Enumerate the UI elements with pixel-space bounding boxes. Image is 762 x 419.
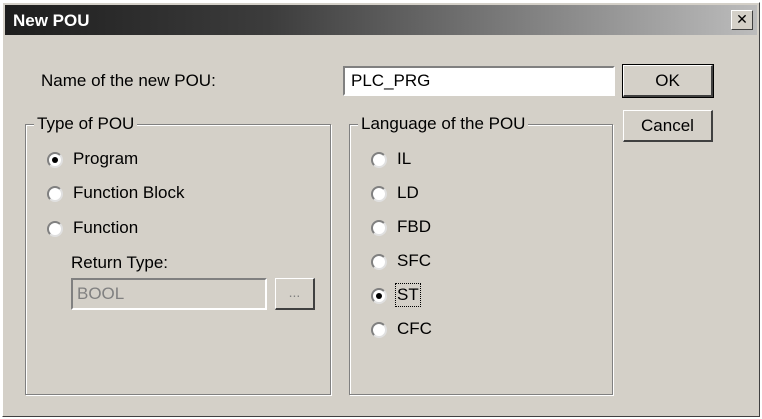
cancel-button[interactable]: Cancel <box>623 110 713 142</box>
radio-fbd[interactable] <box>371 220 387 236</box>
radio-function-block-label[interactable]: Function Block <box>73 183 185 203</box>
radio-cfc[interactable] <box>371 322 387 338</box>
radio-ld-label[interactable]: LD <box>397 183 419 203</box>
radio-cfc-label[interactable]: CFC <box>397 319 432 339</box>
radio-function-block[interactable] <box>47 186 63 202</box>
title-bar: New POU ✕ <box>5 5 757 35</box>
radio-st-label[interactable]: ST <box>395 283 421 307</box>
radio-il-label[interactable]: IL <box>397 149 411 169</box>
radio-sfc[interactable] <box>371 254 387 270</box>
return-type-label: Return Type: <box>71 253 169 272</box>
radio-st[interactable] <box>371 288 387 304</box>
dialog-title: New POU <box>13 11 90 30</box>
radio-function-label[interactable]: Function <box>73 218 138 238</box>
language-of-pou-group: Language of the POU <box>349 114 613 395</box>
radio-program-label[interactable]: Program <box>73 149 138 169</box>
type-of-pou-title: Type of POU <box>34 114 138 134</box>
radio-function[interactable] <box>47 221 63 237</box>
pou-name-input[interactable]: PLC_PRG <box>343 66 615 96</box>
radio-il[interactable] <box>371 152 387 168</box>
radio-program[interactable] <box>47 152 63 168</box>
language-of-pou-title: Language of the POU <box>358 114 529 134</box>
pou-name-label: Name of the new POU: <box>41 71 216 90</box>
ok-button[interactable]: OK <box>622 64 714 98</box>
return-type-input: BOOL <box>71 278 267 310</box>
radio-ld[interactable] <box>371 186 387 202</box>
radio-fbd-label[interactable]: FBD <box>397 217 431 237</box>
return-type-browse-button: ... <box>275 278 315 310</box>
close-icon: ✕ <box>736 12 748 28</box>
close-button[interactable]: ✕ <box>731 10 753 30</box>
new-pou-dialog: New POU ✕ Name of the new POU: PLC_PRG O… <box>2 2 760 417</box>
radio-sfc-label[interactable]: SFC <box>397 251 431 271</box>
